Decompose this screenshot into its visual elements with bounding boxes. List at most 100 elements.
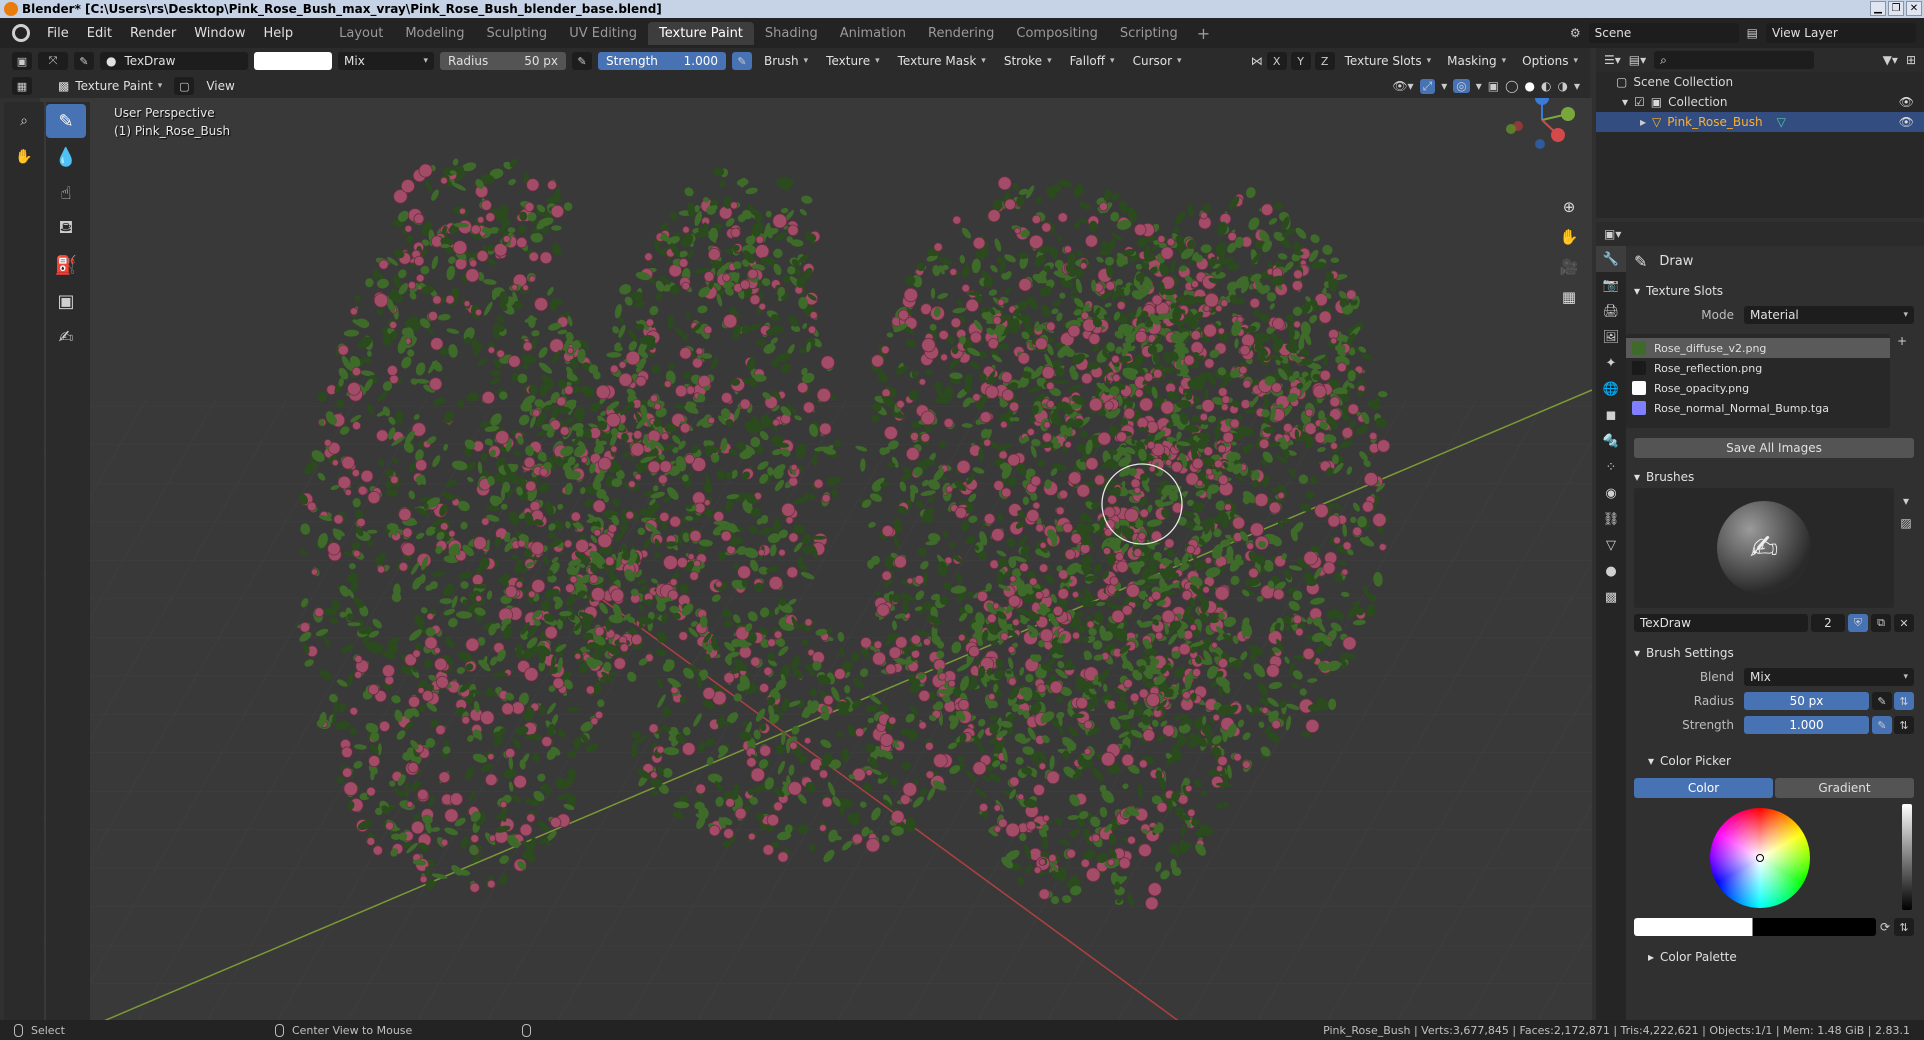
rose-blossom — [785, 516, 794, 525]
masking-dropdown[interactable]: Masking ▾ — [1441, 52, 1512, 70]
rose-blossom — [368, 755, 381, 768]
close-button[interactable]: ✕ — [1906, 1, 1922, 16]
tab-sculpting[interactable]: Sculpting — [475, 22, 558, 45]
rose-blossom — [610, 445, 618, 453]
paint-mask-toggle[interactable]: ▢ — [174, 77, 195, 95]
solid-shading-icon[interactable]: ● — [1525, 79, 1535, 93]
maximize-button[interactable]: ❐ — [1888, 1, 1904, 16]
rose-blossom — [299, 621, 311, 633]
rose-blossom — [438, 771, 451, 784]
texture-dropdown[interactable]: Texture ▾ — [820, 52, 885, 70]
rose-blossom — [818, 422, 832, 436]
rose-blossom — [685, 385, 696, 395]
rose-blossom — [1238, 365, 1248, 375]
rose-blossom — [949, 268, 958, 276]
shading-dropdown-icon[interactable]: ▾ — [1574, 79, 1580, 93]
blender-menu-icon[interactable] — [12, 24, 30, 42]
tab-texture-paint[interactable]: Texture Paint — [648, 21, 754, 45]
cursor-dropdown[interactable]: Cursor ▾ — [1127, 52, 1188, 70]
rose-blossom — [609, 364, 619, 374]
rose-blossom — [402, 527, 413, 538]
rose-blossom — [495, 430, 510, 445]
overlay-dropdown-icon[interactable]: ▾ — [1476, 79, 1482, 93]
tab-animation[interactable]: Animation — [829, 22, 917, 45]
blend-mode-dropdown[interactable]: Mix ▾ — [338, 52, 434, 70]
rose-blossom — [649, 394, 659, 403]
tab-rendering[interactable]: Rendering — [917, 22, 1005, 45]
tab-compositing[interactable]: Compositing — [1005, 22, 1109, 45]
brush-icon[interactable]: ✎ — [74, 52, 94, 70]
material-shading-icon[interactable]: ◐ — [1541, 79, 1551, 93]
rose-blossom — [618, 360, 627, 369]
rose-blossom — [351, 421, 361, 431]
rose-blossom — [556, 396, 567, 407]
scene-selector[interactable]: Scene — [1588, 23, 1739, 43]
rose-blossom — [914, 574, 925, 585]
falloff-dropdown[interactable]: Falloff ▾ — [1064, 52, 1121, 70]
transform-pivot-icon[interactable]: ⤧ — [38, 52, 68, 70]
rose-blossom — [541, 736, 553, 748]
rose-blossom — [1057, 212, 1068, 223]
tab-shading[interactable]: Shading — [754, 22, 829, 45]
texture-mask-dropdown[interactable]: Texture Mask ▾ — [892, 52, 992, 70]
rose-blossom — [386, 364, 398, 376]
rose-blossom — [1103, 547, 1112, 556]
3d-viewport[interactable]: User Perspective (1) Pink_Rose_Bush ⊕ ✋ … — [40, 98, 1592, 1022]
viewport-canvas[interactable] — [40, 98, 1592, 1022]
menu-file[interactable]: File — [38, 26, 78, 41]
brush-color-swatch[interactable] — [254, 52, 332, 70]
rose-blossom — [463, 300, 471, 308]
editor-type-icon[interactable]: ▣ — [12, 52, 32, 70]
strength-slider[interactable]: Strength 1.000 — [598, 52, 726, 70]
mirror-y-toggle[interactable]: Y — [1290, 52, 1311, 70]
texture-slots-dropdown[interactable]: Texture Slots ▾ — [1339, 52, 1438, 70]
wireframe-shading-icon[interactable]: ◯ — [1505, 79, 1518, 93]
menu-window[interactable]: Window — [185, 26, 254, 41]
gizmo-icon[interactable]: ⤢ — [1419, 78, 1436, 94]
mirror-x-toggle[interactable]: X — [1266, 52, 1287, 70]
gizmo-dropdown-icon[interactable]: ▾ — [1441, 79, 1447, 93]
leaf — [1056, 234, 1062, 243]
tab-modeling[interactable]: Modeling — [394, 22, 475, 45]
strength-pressure-icon[interactable]: ✎ — [732, 52, 752, 70]
xray-icon[interactable]: ▣ — [1488, 79, 1499, 93]
tab-scripting[interactable]: Scripting — [1109, 22, 1189, 45]
tab-uv-editing[interactable]: UV Editing — [558, 22, 648, 45]
stroke-dropdown[interactable]: Stroke ▾ — [998, 52, 1058, 70]
leaf — [638, 622, 644, 629]
rose-blossom — [880, 345, 890, 355]
rendered-shading-icon[interactable]: ◑ — [1557, 79, 1567, 93]
view-layer-selector[interactable]: View Layer — [1766, 23, 1916, 43]
add-workspace-icon[interactable]: + — [1189, 24, 1218, 43]
viewport-editor-icon[interactable]: ▦ — [12, 77, 32, 95]
rose-blossom — [933, 242, 943, 252]
menu-render[interactable]: Render — [121, 26, 185, 41]
rose-blossom — [428, 377, 443, 391]
menu-edit[interactable]: Edit — [78, 26, 121, 41]
rose-blossom — [1129, 692, 1140, 703]
rose-blossom — [950, 317, 962, 329]
mode-dropdown[interactable]: ▩ Texture Paint ▾ — [52, 77, 168, 95]
brush-dropdown[interactable]: Brush ▾ — [758, 52, 814, 70]
visibility-icon[interactable]: 👁▾ — [1392, 79, 1413, 93]
overlay-icon[interactable]: ◎ — [1453, 79, 1470, 93]
rose-blossom — [896, 399, 905, 409]
radius-pressure-icon[interactable]: ✎ — [572, 52, 592, 70]
rose-blossom — [381, 664, 395, 678]
view-menu[interactable]: View — [200, 77, 240, 95]
minimize-button[interactable]: ▁ — [1870, 1, 1886, 16]
rose-blossom — [1378, 543, 1387, 552]
rose-blossom — [998, 450, 1008, 460]
rose-blossom — [366, 786, 376, 797]
menu-help[interactable]: Help — [255, 26, 303, 41]
tab-layout[interactable]: Layout — [328, 22, 394, 45]
rose-blossom — [1302, 647, 1315, 661]
top-menubar: File Edit Render Window Help Layout Mode… — [0, 18, 1924, 48]
rose-blossom — [1111, 354, 1120, 364]
rose-blossom — [1372, 512, 1387, 527]
rose-blossom — [595, 384, 611, 400]
mirror-z-toggle[interactable]: Z — [1314, 52, 1335, 70]
brush-name-field[interactable]: ● TexDraw — [100, 52, 248, 70]
options-dropdown[interactable]: Options ▾ — [1516, 52, 1584, 70]
radius-slider[interactable]: Radius 50 px — [440, 52, 566, 70]
